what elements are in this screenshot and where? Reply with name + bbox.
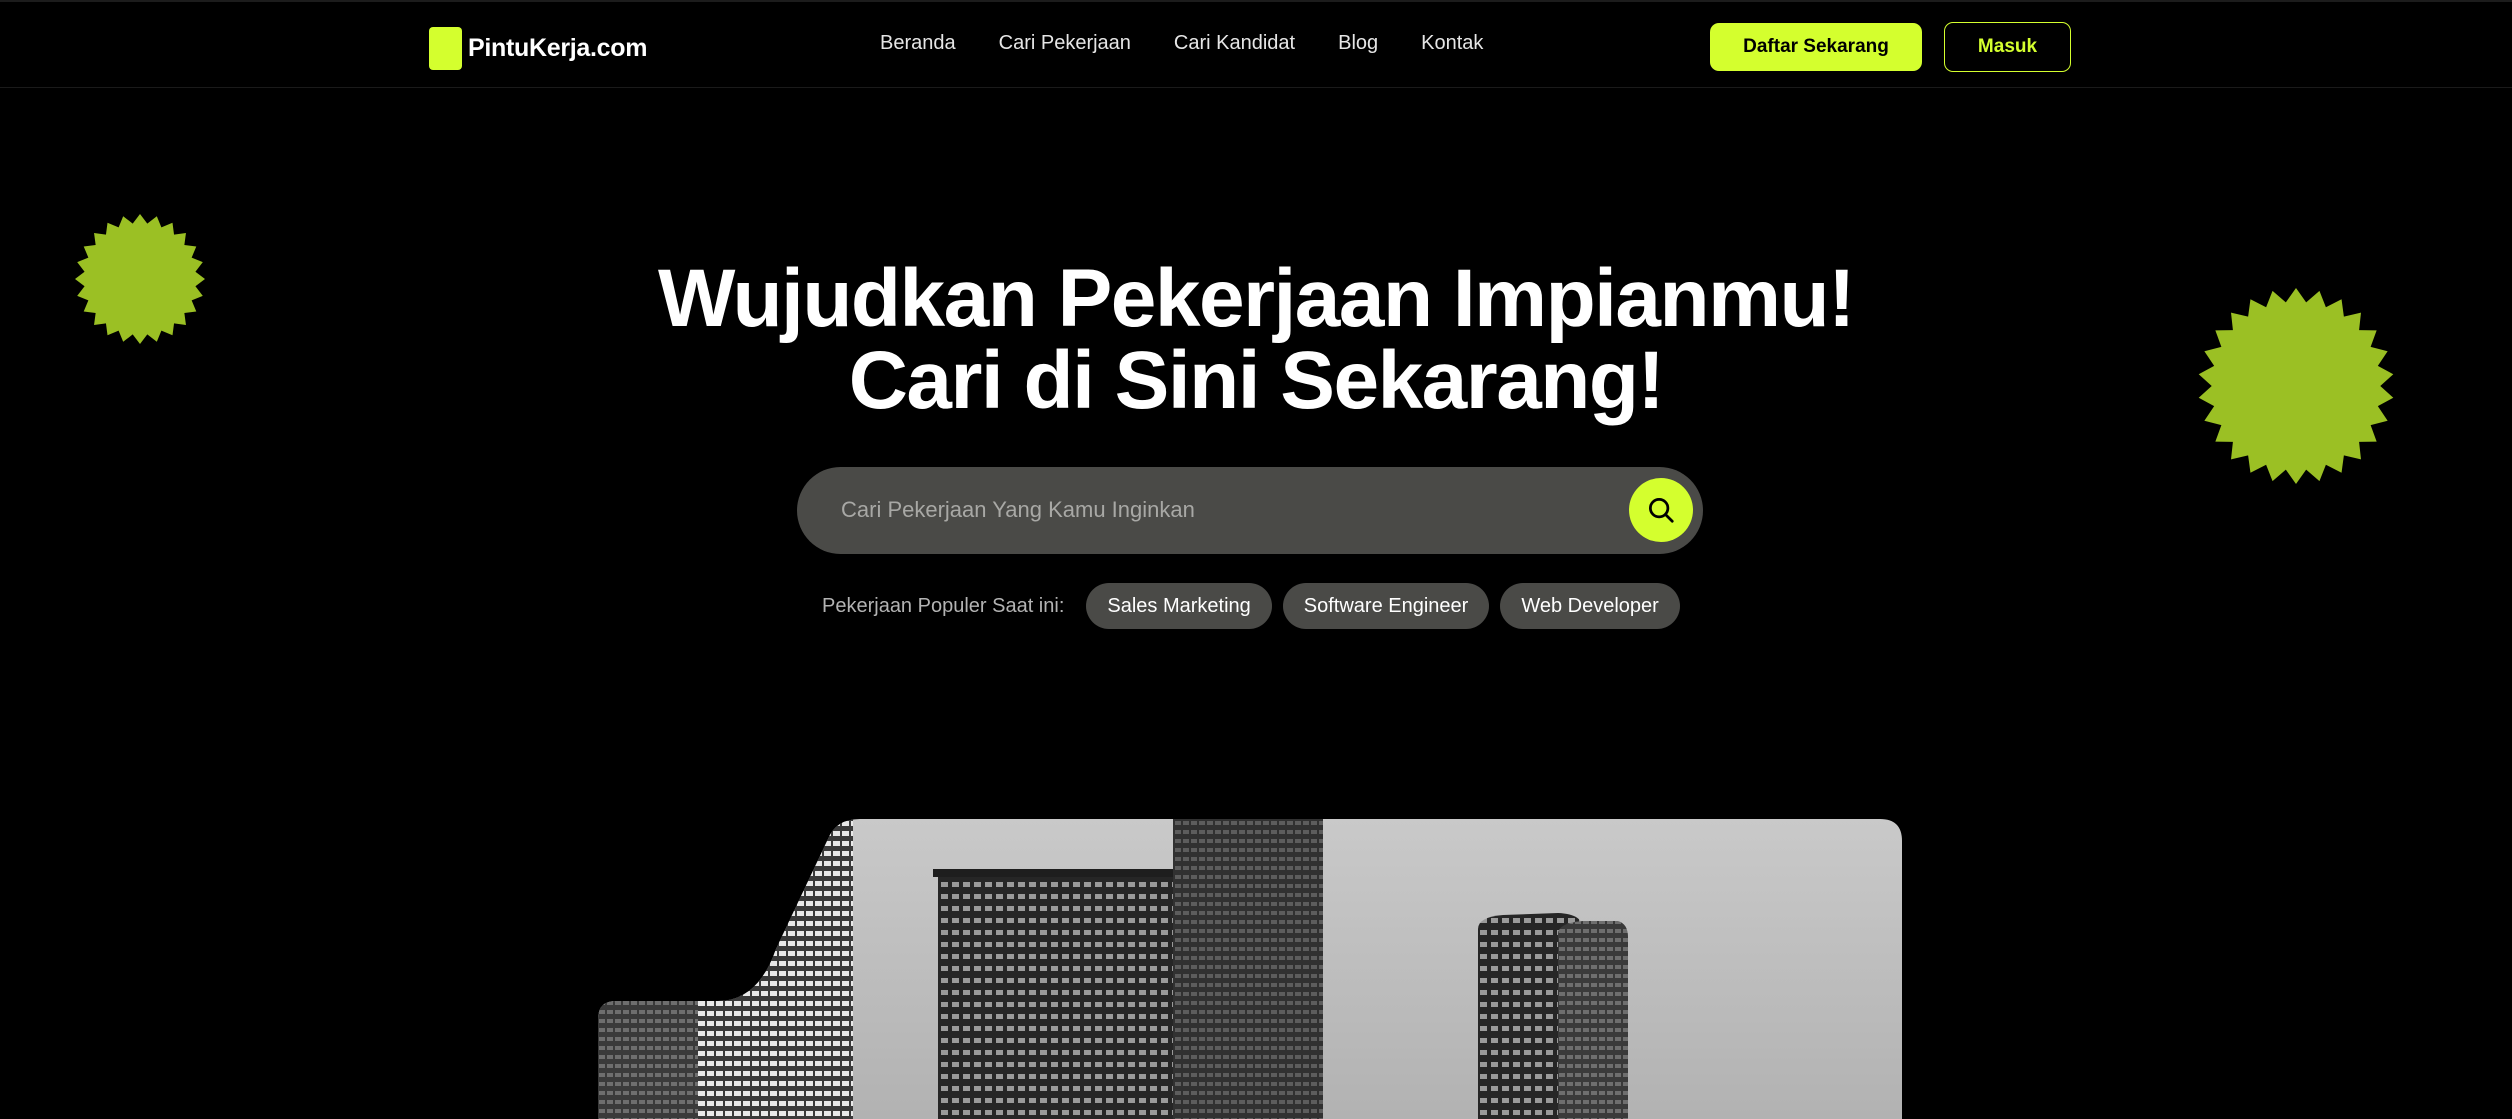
- login-button[interactable]: Masuk: [1944, 22, 2071, 72]
- register-button[interactable]: Daftar Sekarang: [1710, 23, 1922, 71]
- popular-tag-web-developer[interactable]: Web Developer: [1500, 583, 1680, 629]
- hero-title-line-1: Wujudkan Pekerjaan Impianmu!: [658, 253, 1855, 344]
- city-skyscrapers-image: [598, 819, 1902, 1119]
- nav-link-beranda[interactable]: Beranda: [880, 32, 956, 55]
- hero-title: Wujudkan Pekerjaan Impianmu! Cari di Sin…: [556, 258, 1956, 422]
- popular-jobs-label: Pekerjaan Populer Saat ini:: [822, 594, 1065, 617]
- nav-link-blog[interactable]: Blog: [1338, 32, 1378, 55]
- brand-name: PintuKerja.com: [468, 33, 648, 62]
- logo-mark-icon: [429, 26, 462, 70]
- hero-title-line-2: Cari di Sini Sekarang!: [848, 335, 1665, 426]
- navbar: PintuKerja.com Beranda Cari Pekerjaan Ca…: [0, 0, 2512, 88]
- brand-logo[interactable]: PintuKerja.com: [429, 26, 647, 70]
- main-nav: Beranda Cari Pekerjaan Cari Kandidat Blo…: [880, 32, 1526, 55]
- starburst-badge-icon: [75, 214, 205, 344]
- popular-jobs: Pekerjaan Populer Saat ini: Sales Market…: [822, 583, 1691, 629]
- search-icon: [1649, 498, 1674, 523]
- nav-link-cari-pekerjaan[interactable]: Cari Pekerjaan: [999, 32, 1131, 55]
- popular-tag-software-engineer[interactable]: Software Engineer: [1282, 583, 1490, 629]
- search-button[interactable]: [1629, 478, 1693, 542]
- nav-link-kontak[interactable]: Kontak: [1421, 32, 1483, 55]
- popular-tag-sales-marketing[interactable]: Sales Marketing: [1086, 583, 1272, 629]
- starburst-badge-icon: [2198, 288, 2394, 484]
- nav-link-cari-kandidat[interactable]: Cari Kandidat: [1174, 32, 1295, 55]
- search-input[interactable]: [839, 487, 1599, 533]
- search-bar: [797, 467, 1703, 554]
